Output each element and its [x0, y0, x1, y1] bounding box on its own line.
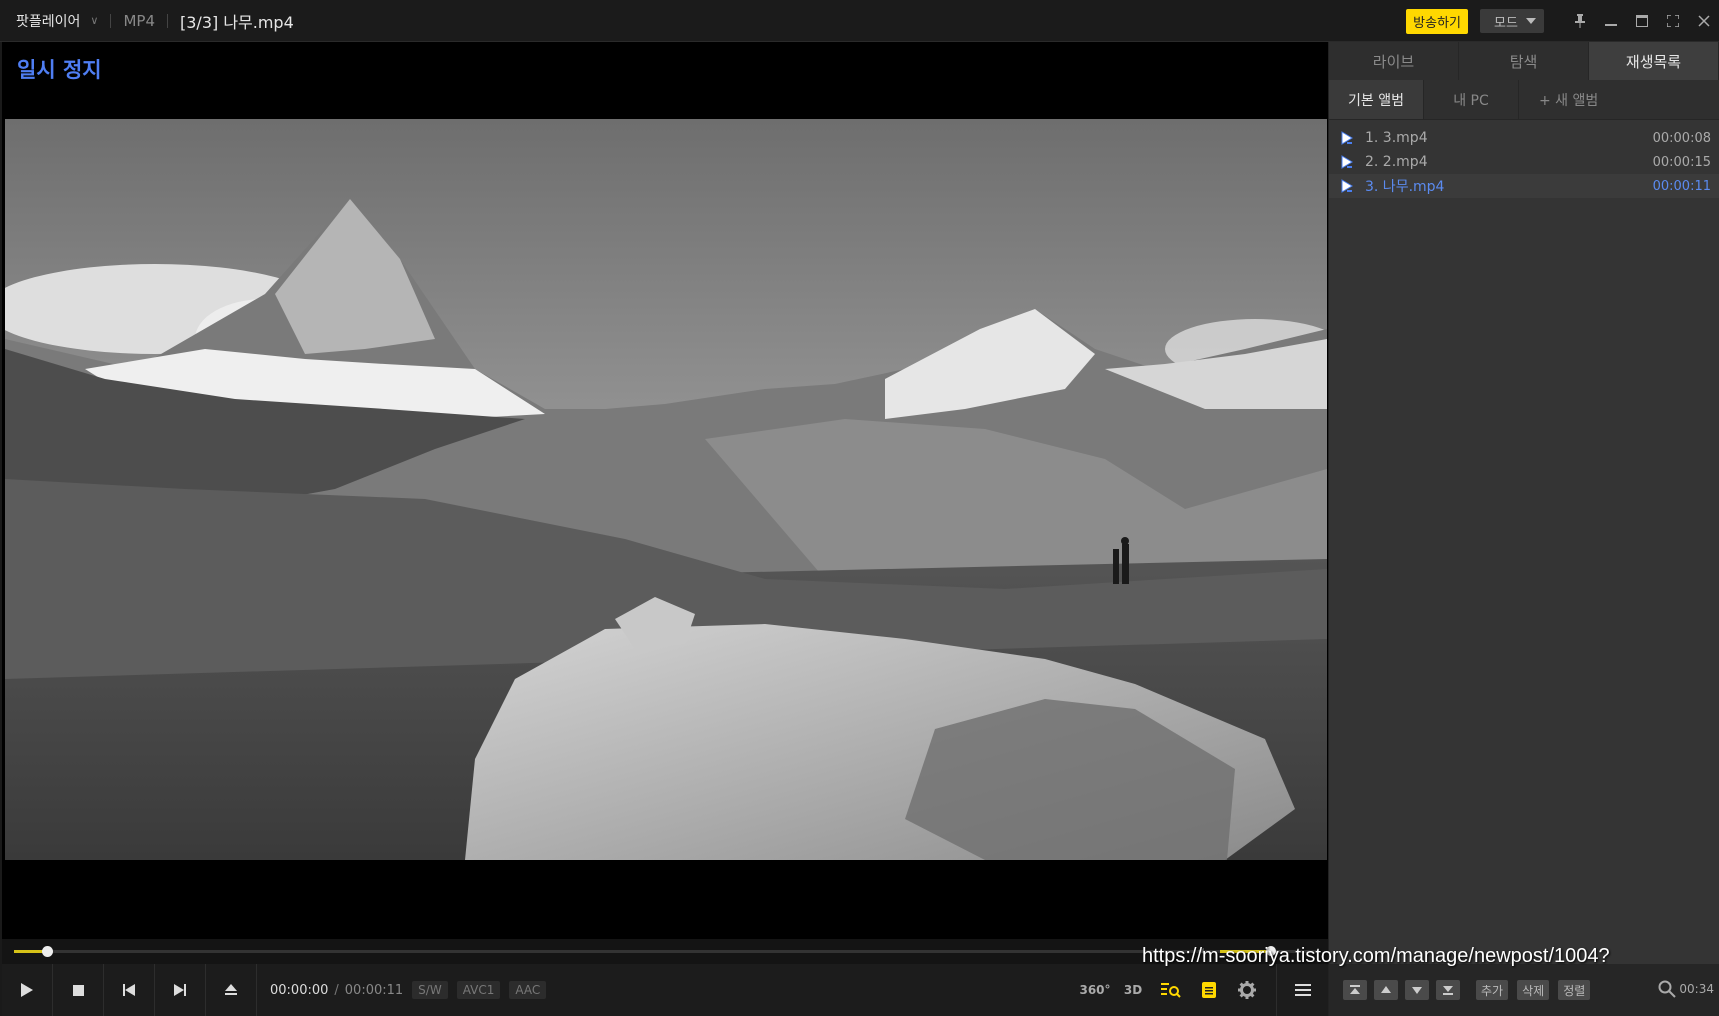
close-button[interactable] [1688, 0, 1719, 42]
caret-down-icon [1526, 18, 1536, 24]
new-album-button[interactable]: + 새 앨범 [1519, 80, 1618, 119]
playlist-sidebar: 라이브 탐색 재생목록 기본 앨범 내 PC + 새 앨범 1. 3.mp4 0… [1328, 42, 1719, 1016]
hamburger-menu-icon [1294, 984, 1311, 996]
vr-360-button[interactable]: 360° [1076, 964, 1114, 1016]
seek-bar-area: ◂ [0, 939, 1328, 964]
playlist-item-name: 1. 3.mp4 [1365, 130, 1428, 146]
playlist-toolbar: 추가 삭제 정렬 00:34 [1329, 964, 1719, 1016]
chevron-down-icon: ∨ [90, 14, 99, 27]
album-tab-default[interactable]: 기본 앨범 [1329, 80, 1424, 119]
scene-search-icon [1161, 983, 1181, 998]
album-tabs: 기본 앨범 내 PC + 새 앨범 [1329, 80, 1719, 120]
subtitle-button[interactable] [1190, 964, 1228, 1016]
open-file-button[interactable] [206, 964, 257, 1016]
move-up-button[interactable] [1374, 980, 1398, 1000]
3d-icon: 3D [1123, 983, 1143, 997]
stop-icon [72, 984, 84, 996]
maximize-icon [1635, 15, 1648, 27]
play-icon [21, 983, 33, 997]
pin-button[interactable] [1564, 0, 1595, 42]
osd-status: 일시 정지 [17, 58, 102, 82]
stop-button[interactable] [53, 964, 104, 1016]
video-area[interactable]: 일시 정지 [0, 42, 1328, 939]
maximize-button[interactable] [1626, 0, 1657, 42]
playlist-toggle-button[interactable] [1276, 964, 1328, 1016]
video-frame[interactable] [5, 119, 1327, 860]
arrow-down-icon [1412, 987, 1422, 994]
scene-search-button[interactable] [1152, 964, 1190, 1016]
sort-button[interactable]: 정렬 [1558, 980, 1591, 1000]
tab-explore[interactable]: 탐색 [1459, 42, 1589, 80]
move-down-button[interactable] [1405, 980, 1429, 1000]
minimize-button[interactable] [1595, 0, 1626, 42]
mountain-landscape-image [5, 119, 1327, 860]
skip-next-icon [174, 984, 186, 996]
video-file-icon [1341, 155, 1353, 169]
mode-dropdown[interactable]: 모드 [1480, 9, 1544, 33]
gear-icon [1238, 981, 1256, 999]
total-time: 00:00:11 [344, 982, 404, 998]
pin-icon [1574, 14, 1585, 28]
divider [110, 13, 112, 28]
add-button[interactable]: 추가 [1476, 980, 1509, 1000]
move-top-icon [1350, 985, 1360, 994]
playlist-item-duration: 00:00:08 [1652, 130, 1711, 146]
move-bottom-button[interactable] [1436, 980, 1460, 1000]
playlist-item-name: 2. 2.mp4 [1365, 154, 1428, 170]
minimize-icon [1604, 24, 1617, 26]
next-button[interactable] [155, 964, 206, 1016]
close-icon [1697, 15, 1710, 27]
move-bottom-icon [1443, 986, 1453, 995]
sidebar-tabs: 라이브 탐색 재생목록 [1329, 42, 1719, 80]
playlist: 1. 3.mp4 00:00:08 2. 2.mp4 00:00:15 3. 나… [1329, 120, 1719, 198]
divider [167, 13, 168, 28]
move-top-button[interactable] [1343, 980, 1367, 1000]
previous-button[interactable] [104, 964, 155, 1016]
list-item[interactable]: 2. 2.mp4 00:00:15 [1329, 150, 1719, 174]
mode-label: 모드 [1494, 15, 1518, 31]
format-label: MP4 [123, 11, 155, 30]
tab-playlist[interactable]: 재생목록 [1589, 42, 1719, 80]
playlist-item-duration: 00:00:15 [1652, 154, 1711, 170]
app-name: 팟플레이어 [16, 13, 81, 30]
playlist-item-duration: 00:00:11 [1652, 178, 1711, 194]
video-file-icon [1341, 179, 1353, 193]
video-file-icon [1341, 131, 1353, 145]
vr-360-icon: 360° [1079, 983, 1111, 997]
playlist-item-name: 3. 나무.mp4 [1365, 179, 1445, 195]
subtitle-icon [1202, 982, 1216, 998]
play-button[interactable] [2, 964, 53, 1016]
arrow-up-icon [1381, 986, 1391, 993]
video-codec-badge[interactable]: AVC1 [456, 981, 501, 999]
title-bar: 팟플레이어 ∨ MP4 [3/3] 나무.mp4 방송하기 모드 [0, 0, 1719, 42]
seek-handle[interactable] [41, 946, 53, 957]
tab-live[interactable]: 라이브 [1329, 42, 1459, 80]
time-separator: / [334, 982, 339, 998]
search-icon [1658, 980, 1676, 998]
decoder-badge[interactable]: S/W [412, 981, 448, 999]
window-title: [3/3] 나무.mp4 [180, 12, 294, 32]
skip-previous-icon [123, 984, 135, 996]
settings-button[interactable] [1228, 964, 1266, 1016]
list-item[interactable]: 1. 3.mp4 00:00:08 [1329, 126, 1719, 150]
fullscreen-button[interactable] [1657, 0, 1688, 42]
fullscreen-icon [1666, 15, 1679, 27]
current-time: 00:00:00 [270, 982, 329, 998]
album-tab-my-pc[interactable]: 내 PC [1424, 80, 1519, 119]
url-watermark-text: https://m-sooriya.tistory.com/manage/new… [1142, 945, 1610, 967]
audio-codec-badge[interactable]: AAC [509, 981, 547, 999]
search-button[interactable] [1658, 980, 1676, 1002]
seek-bar[interactable] [14, 946, 1318, 957]
3d-button[interactable]: 3D [1114, 964, 1152, 1016]
delete-button[interactable]: 삭제 [1517, 980, 1550, 1000]
list-item-current[interactable]: 3. 나무.mp4 00:00:11 [1329, 174, 1719, 198]
eject-icon [225, 984, 237, 995]
playlist-total-time: 00:34 [1679, 982, 1714, 996]
control-bar: 00:00:00 / 00:00:11 S/W AVC1 AAC 360° 3D [0, 964, 1328, 1016]
app-menu-button[interactable]: 팟플레이어 ∨ [0, 0, 98, 41]
broadcast-button[interactable]: 방송하기 [1406, 8, 1468, 34]
